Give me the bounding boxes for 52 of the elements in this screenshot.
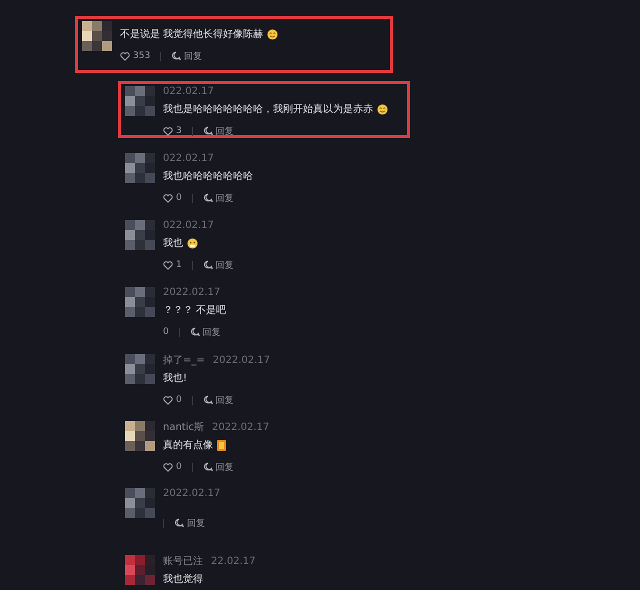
comment-icon [202, 395, 213, 405]
comment-icon [171, 51, 182, 61]
heart-icon [163, 396, 173, 404]
heart-icon [163, 462, 173, 472]
reply-button[interactable]: 回复 [174, 516, 205, 530]
comment-date: 022.02.17 [163, 220, 214, 231]
smiley-icon [267, 28, 278, 40]
like-button[interactable]: 0 [163, 193, 182, 203]
comment-text: 我也是哈哈哈哈哈哈哈，我刚开始真以为是赤赤 [163, 102, 388, 116]
comment-text: 我也 [163, 236, 234, 250]
reply-button[interactable]: 回复 [202, 258, 234, 272]
reply-button[interactable]: 回复 [202, 192, 234, 204]
heart-icon [163, 126, 173, 136]
comment-text: 我也! [163, 372, 188, 385]
reply-button[interactable]: 回复 [171, 50, 202, 62]
user-name: 账号已注 [163, 554, 203, 568]
user-name: 掉了=_= [163, 354, 205, 367]
reply-button[interactable]: 回复 [202, 394, 234, 406]
comment-text: ？？？ 不是吧 [163, 304, 226, 317]
comment-date: 2022.02.17 [163, 287, 220, 298]
like-button[interactable]: 353 [120, 51, 150, 61]
like-button[interactable]: 3 [163, 126, 182, 136]
like-button[interactable]: 1 [163, 260, 182, 270]
heart-icon [163, 194, 173, 202]
comment-icon [190, 327, 200, 337]
comment-date: 2022.02.17 [163, 488, 220, 499]
comment-text: 不是说是 我觉得他长得好像陈赫 [120, 27, 278, 41]
comment-date: 22.02.17 [211, 556, 256, 566]
smiley-icon [187, 238, 198, 248]
comment-date: 022.02.17 [163, 153, 214, 164]
reply-button[interactable]: 回复 [202, 460, 234, 474]
comment-icon [202, 462, 213, 472]
comment-text: 真的有点像 [163, 438, 270, 452]
comment-text: 我也哈哈哈哈哈哈哈 [163, 170, 253, 183]
smiley-icon [377, 104, 388, 114]
comment-date: 022.02.17 [163, 86, 214, 97]
like-button[interactable]: 0 [163, 327, 169, 337]
like-button[interactable]: 0 [163, 462, 182, 472]
reply-button[interactable]: 回复 [190, 326, 221, 338]
comment-date: 2022.02.17 [212, 422, 270, 432]
comment-date: 2022.02.17 [212, 354, 270, 366]
comment-icon [202, 193, 213, 203]
sticker-icon [217, 440, 226, 450]
comment-text: 我也觉得 [163, 572, 204, 586]
comment-icon [202, 126, 213, 136]
user-name: nantic斯 [163, 420, 204, 434]
comment-icon [202, 260, 213, 270]
reply-button[interactable]: 回复 [202, 124, 234, 138]
heart-icon [163, 260, 173, 270]
comment-icon [174, 518, 184, 528]
heart-icon [120, 52, 130, 60]
like-button[interactable]: 0 [163, 395, 182, 405]
